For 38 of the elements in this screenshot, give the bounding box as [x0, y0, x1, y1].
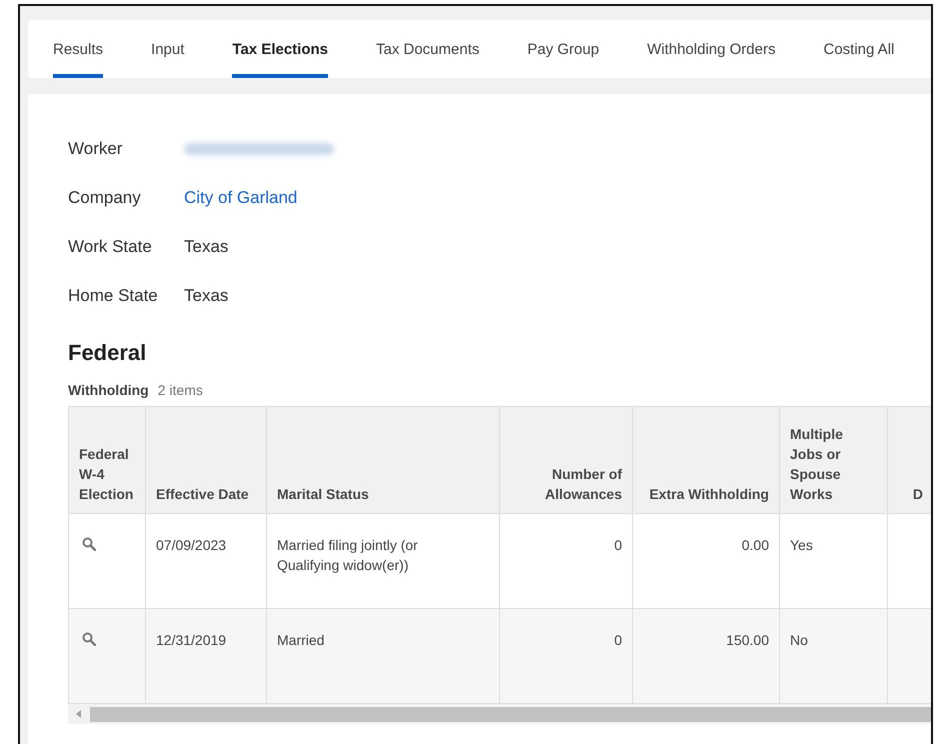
- search-icon[interactable]: [82, 537, 96, 551]
- table-cell: 0: [500, 609, 633, 704]
- field-label: Company: [68, 188, 142, 208]
- column-header: Multiple Jobs or Spouse Works: [780, 407, 888, 514]
- tab[interactable]: Results: [53, 20, 104, 78]
- field-value: Texas: [184, 237, 228, 257]
- table-title: Withholding: [68, 382, 149, 398]
- field-value: Texas: [184, 286, 228, 306]
- tab[interactable]: Tax Documents: [376, 20, 480, 78]
- table-cell: 12/31/2019: [146, 609, 267, 704]
- table-cell: 07/09/2023: [146, 514, 267, 609]
- field-label: Home State: [68, 286, 159, 306]
- tab[interactable]: Pay Group: [527, 20, 600, 78]
- field-label: Worker: [68, 139, 124, 159]
- column-header: Number of Allowances: [500, 407, 633, 514]
- column-header: D: [888, 407, 931, 514]
- field-label: Work State: [68, 237, 153, 257]
- tab[interactable]: Costing All: [823, 20, 894, 78]
- item-count: 2 items: [158, 382, 203, 398]
- table-cell: 150.00: [633, 609, 780, 704]
- table-cell: 0: [500, 514, 633, 609]
- section-title: Federal: [68, 340, 148, 366]
- column-header: Federal W-4 Election: [69, 407, 146, 514]
- tab[interactable]: Withholding Orders: [647, 20, 776, 78]
- tab[interactable]: Tax Elections: [232, 20, 328, 78]
- table-cell: Yes: [780, 514, 888, 609]
- table-cell: Married: [267, 609, 500, 704]
- tab[interactable]: Input: [151, 20, 184, 78]
- company-link[interactable]: City of Garland: [184, 188, 298, 208]
- table-cell: 0.00: [633, 514, 780, 609]
- search-icon[interactable]: [82, 632, 96, 646]
- column-header: Marital Status: [267, 407, 500, 514]
- table-cell: Married filing jointly (or Qualifying widow(er)): [267, 514, 500, 609]
- horizontal-scrollbar[interactable]: [68, 704, 931, 724]
- table-cell: No: [780, 609, 888, 704]
- column-header: Effective Date: [146, 407, 267, 514]
- scroll-left-icon[interactable]: [76, 710, 82, 718]
- column-header: Extra Withholding: [633, 407, 780, 514]
